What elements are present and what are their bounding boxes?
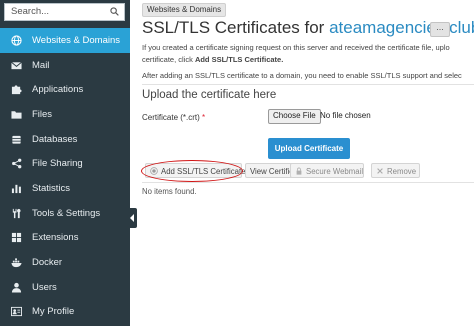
envelope-icon (11, 61, 22, 69)
search-icon[interactable] (110, 7, 119, 16)
sidebar-item-label: Applications (32, 84, 84, 96)
lock-icon (296, 167, 302, 175)
sidebar-nav: Websites & Domains Mail Applications Fil… (0, 28, 130, 324)
list-divider (142, 182, 474, 183)
sidebar-item-label: Websites & Domains (32, 34, 120, 46)
sidebar-item-file-sharing[interactable]: File Sharing (0, 151, 130, 176)
intro-line-3: After adding an SSL/TLS certificate to a… (142, 71, 462, 80)
secure-webmail-button[interactable]: Secure Webmail (290, 163, 364, 178)
sidebar-item-files[interactable]: Files (0, 102, 130, 127)
intro-line-2-prefix: certificate, click (142, 55, 195, 64)
sidebar-item-mail[interactable]: Mail (0, 53, 130, 78)
required-mark: * (202, 113, 206, 122)
sidebar-item-my-profile[interactable]: My Profile (0, 300, 130, 325)
secure-webmail-label: Secure Webmail (306, 167, 364, 176)
tools-icon (12, 208, 21, 218)
sidebar-item-label: Users (32, 281, 57, 293)
docker-icon (11, 258, 22, 268)
more-button[interactable]: ... (430, 22, 450, 37)
search-placeholder: Search... (11, 6, 50, 17)
divider (142, 84, 474, 85)
sidebar-item-label: Files (32, 108, 53, 120)
sidebar-item-databases[interactable]: Databases (0, 127, 130, 152)
certificate-label-text: Certificate (*.crt) (142, 113, 200, 122)
extensions-icon (11, 233, 22, 243)
sidebar-item-label: Mail (32, 59, 50, 71)
file-status: No file chosen (320, 111, 371, 120)
add-icon (150, 167, 158, 175)
choose-file-button[interactable]: Choose File (268, 109, 321, 124)
upload-section-title: Upload the certificate here (142, 89, 277, 101)
intro-line-2: certificate, click Add SSL/TLS Certifica… (142, 55, 283, 64)
globe-icon (11, 35, 22, 46)
sidebar-item-label: Docker (32, 257, 63, 269)
sidebar-item-docker[interactable]: Docker (0, 250, 130, 275)
puzzle-icon (11, 85, 22, 95)
sidebar-item-users[interactable]: Users (0, 275, 130, 300)
page-title: SSL/TLS Certificates for ateamagencies.c… (142, 18, 474, 38)
add-ssl-certificate-button[interactable]: Add SSL/TLS Certificate (145, 163, 246, 178)
empty-list-message: No items found. (142, 187, 197, 196)
database-icon (12, 135, 21, 144)
share-icon (12, 158, 22, 169)
sidebar-item-applications[interactable]: Applications (0, 77, 130, 102)
remove-icon (377, 168, 383, 174)
page-title-text: SSL/TLS Certificates for (142, 18, 330, 37)
user-icon (11, 282, 22, 293)
sidebar-item-extensions[interactable]: Extensions (0, 226, 130, 251)
sidebar-item-label: Extensions (32, 232, 79, 244)
sidebar-item-label: Tools & Settings (32, 207, 101, 219)
certificate-field-label: Certificate (*.crt) * (142, 113, 205, 122)
search-input[interactable]: Search... (4, 3, 125, 21)
bar-chart-icon (11, 184, 21, 194)
sidebar: Search... Websites & Domains Mail Applic… (0, 0, 130, 326)
intro-line-1: If you created a certificate signing req… (142, 43, 450, 52)
main-content: Websites & Domains SSL/TLS Certificates … (130, 0, 474, 326)
folder-icon (11, 111, 22, 119)
remove-button[interactable]: Remove (371, 163, 420, 178)
profile-icon (11, 307, 22, 317)
remove-label: Remove (387, 167, 417, 176)
sidebar-item-label: File Sharing (32, 158, 83, 170)
intro-line-2-bold: Add SSL/TLS Certificate. (194, 55, 284, 64)
domain-link[interactable]: ateamagencies.club (329, 18, 474, 37)
add-ssl-certificate-label: Add SSL/TLS Certificate (161, 167, 246, 176)
sidebar-item-statistics[interactable]: Statistics (0, 176, 130, 201)
sidebar-item-label: My Profile (32, 306, 75, 318)
sidebar-item-tools-settings[interactable]: Tools & Settings (0, 201, 130, 226)
sidebar-item-label: Statistics (32, 182, 71, 194)
upload-certificate-button[interactable]: Upload Certificate (268, 138, 350, 159)
sidebar-item-websites-domains[interactable]: Websites & Domains (0, 28, 130, 53)
breadcrumb[interactable]: Websites & Domains (142, 3, 227, 17)
sidebar-item-label: Databases (32, 133, 78, 145)
